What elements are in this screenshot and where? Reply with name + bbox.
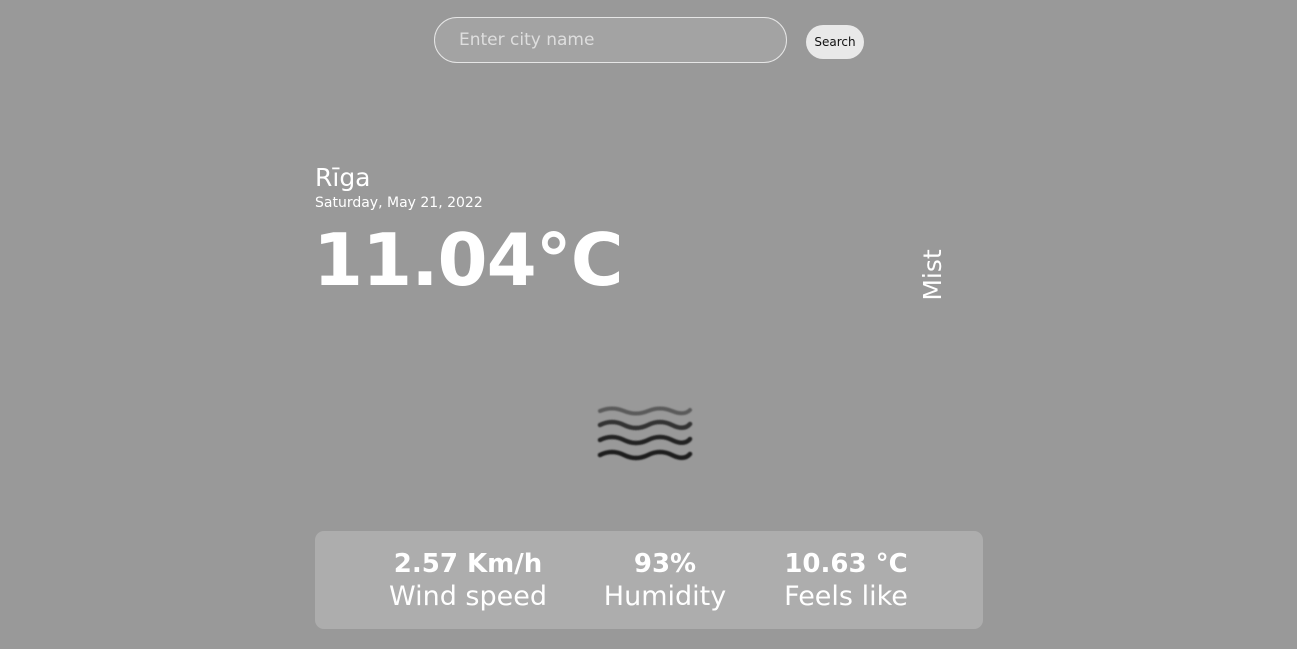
current-temperature: 11.04°C xyxy=(313,218,624,302)
wind-speed-label: Wind speed xyxy=(388,581,548,612)
city-search-input[interactable] xyxy=(434,17,787,63)
current-date: Saturday, May 21, 2022 xyxy=(315,195,483,211)
feels-like-label: Feels like xyxy=(784,581,908,612)
wind-speed-value: 2.57 Km/h xyxy=(393,549,543,579)
feels-like-stat: 10.63 °C Feels like xyxy=(784,548,908,614)
weather-condition: Mist xyxy=(918,249,947,301)
weather-app: Search Rīga Saturday, May 21, 2022 11.04… xyxy=(0,0,1297,649)
mist-icon xyxy=(597,406,693,461)
search-button[interactable]: Search xyxy=(806,25,864,59)
wind-speed-stat: 2.57 Km/h Wind speed xyxy=(389,548,547,614)
humidity-label: Humidity xyxy=(603,581,727,612)
humidity-value: 93% xyxy=(633,549,697,579)
city-name: Rīga xyxy=(315,163,371,192)
humidity-stat: 93% Humidity xyxy=(604,548,726,614)
weather-details-panel: 2.57 Km/h Wind speed 93% Humidity 10.63 … xyxy=(315,531,983,629)
feels-like-value: 10.63 °C xyxy=(784,549,908,579)
